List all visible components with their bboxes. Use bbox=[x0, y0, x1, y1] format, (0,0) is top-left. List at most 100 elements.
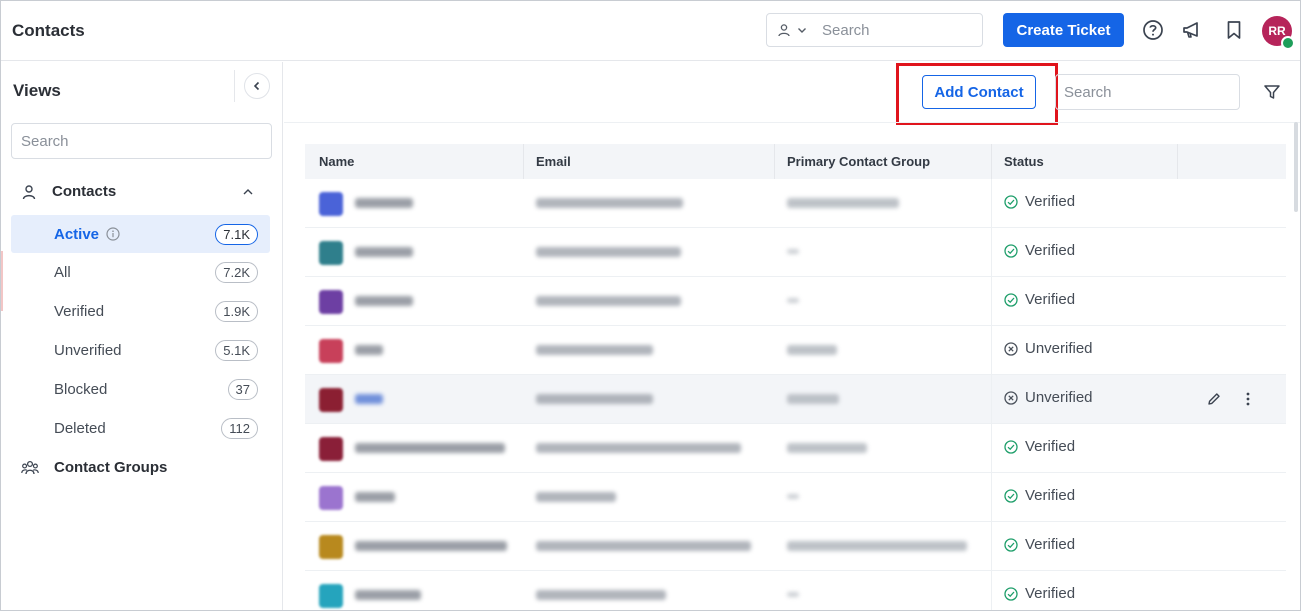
global-search-input[interactable]: Search bbox=[766, 13, 983, 47]
app-window: Contacts Search Create Ticket RR Views S… bbox=[0, 0, 1301, 611]
sidebar-divider bbox=[234, 70, 235, 102]
megaphone-icon[interactable] bbox=[1181, 19, 1203, 41]
contact-groups-label: Contact Groups bbox=[54, 459, 168, 476]
redacted-name bbox=[355, 541, 507, 551]
person-icon bbox=[22, 184, 36, 199]
table-row[interactable]: Verified bbox=[305, 424, 1286, 473]
table-row[interactable]: Verified bbox=[305, 473, 1286, 522]
status-text: Unverified bbox=[1025, 340, 1093, 357]
toolbar-divider bbox=[284, 122, 1300, 123]
redacted-group bbox=[787, 394, 839, 404]
status-text: Verified bbox=[1025, 487, 1076, 504]
status-badge: Verified bbox=[1004, 487, 1075, 504]
contacts-list-panel: Add Contact Search Name Email Primary Co… bbox=[284, 62, 1300, 610]
more-vertical-icon[interactable] bbox=[1240, 391, 1256, 407]
views-title: Views bbox=[13, 81, 61, 100]
table-row[interactable]: Verified bbox=[305, 277, 1286, 326]
column-divider bbox=[991, 326, 992, 374]
column-divider bbox=[523, 144, 524, 179]
view-item-count: 7.2K bbox=[215, 261, 258, 283]
redacted-email bbox=[536, 541, 751, 551]
redacted-group bbox=[787, 198, 899, 208]
view-item-label: Verified bbox=[54, 302, 105, 320]
view-item-active[interactable]: Active 7.1K bbox=[11, 215, 270, 253]
view-item-label: Blocked bbox=[54, 380, 108, 398]
view-item-verified[interactable]: Verified 1.9K bbox=[11, 292, 270, 330]
empty-group-dash bbox=[787, 494, 799, 499]
table-row[interactable]: Unverified bbox=[305, 326, 1286, 375]
redacted-name bbox=[355, 443, 505, 453]
redacted-group bbox=[787, 541, 967, 551]
chevron-up-icon[interactable] bbox=[242, 187, 254, 197]
view-item-unverified[interactable]: Unverified 5.1K bbox=[11, 331, 270, 369]
redacted-email bbox=[536, 198, 683, 208]
status-text: Unverified bbox=[1025, 389, 1093, 406]
collapse-sidebar-button[interactable] bbox=[244, 73, 270, 99]
views-search-input[interactable]: Search bbox=[11, 123, 272, 159]
verified-check-icon bbox=[1004, 292, 1018, 307]
contact-avatar bbox=[319, 486, 343, 510]
person-icon bbox=[778, 24, 790, 37]
contact-avatar bbox=[319, 535, 343, 559]
table-row[interactable]: Verified bbox=[305, 571, 1286, 610]
chevron-down-icon[interactable] bbox=[797, 25, 807, 35]
redacted-name-link[interactable] bbox=[355, 394, 383, 404]
column-header-email[interactable]: Email bbox=[536, 144, 571, 179]
redacted-email bbox=[536, 492, 616, 502]
status-text: Verified bbox=[1025, 438, 1076, 455]
contacts-group-header[interactable]: Contacts bbox=[21, 183, 116, 200]
contact-avatar bbox=[319, 192, 343, 216]
contact-avatar bbox=[319, 388, 343, 412]
table-row[interactable]: Verified bbox=[305, 522, 1286, 571]
add-contact-button[interactable]: Add Contact bbox=[922, 75, 1036, 109]
info-icon[interactable] bbox=[106, 227, 120, 241]
verified-check-icon bbox=[1004, 586, 1018, 601]
status-badge: Unverified bbox=[1004, 389, 1093, 406]
view-item-count: 1.9K bbox=[215, 300, 258, 322]
empty-group-dash bbox=[787, 592, 799, 597]
column-divider bbox=[991, 277, 992, 325]
create-ticket-button[interactable]: Create Ticket bbox=[1003, 13, 1124, 47]
page-title: Contacts bbox=[12, 21, 85, 40]
contacts-search-input[interactable]: Search bbox=[1055, 74, 1240, 110]
column-divider bbox=[1177, 144, 1178, 179]
column-divider bbox=[991, 571, 992, 610]
unverified-x-icon bbox=[1004, 390, 1018, 405]
view-item-count: 5.1K bbox=[215, 339, 258, 361]
status-text: Verified bbox=[1025, 242, 1076, 259]
column-divider bbox=[991, 144, 992, 179]
verified-check-icon bbox=[1004, 194, 1018, 209]
global-search-placeholder: Search bbox=[822, 21, 870, 39]
contact-avatar bbox=[319, 290, 343, 314]
redacted-email bbox=[536, 590, 666, 600]
redacted-email bbox=[536, 443, 741, 453]
view-item-count: 112 bbox=[221, 417, 258, 439]
column-header-name[interactable]: Name bbox=[319, 144, 354, 179]
redacted-name bbox=[355, 296, 413, 306]
contact-avatar bbox=[319, 339, 343, 363]
column-header-status[interactable]: Status bbox=[1004, 144, 1044, 179]
table-row[interactable]: Verified bbox=[305, 179, 1286, 228]
status-badge: Verified bbox=[1004, 242, 1075, 259]
filter-icon[interactable] bbox=[1263, 83, 1281, 101]
edit-pencil-icon[interactable] bbox=[1206, 391, 1222, 407]
status-text: Verified bbox=[1025, 193, 1076, 210]
redacted-name bbox=[355, 247, 413, 257]
table-row[interactable]: Verified bbox=[305, 228, 1286, 277]
contact-groups-header[interactable]: Contact Groups bbox=[21, 459, 167, 476]
column-header-primary-group[interactable]: Primary Contact Group bbox=[787, 144, 930, 179]
view-item-all[interactable]: All 7.2K bbox=[11, 253, 270, 291]
redacted-email bbox=[536, 345, 653, 355]
view-item-blocked[interactable]: Blocked 37 bbox=[11, 370, 270, 408]
redacted-group bbox=[787, 443, 867, 453]
vertical-scrollbar[interactable] bbox=[1294, 122, 1298, 212]
column-divider bbox=[991, 424, 992, 472]
help-icon[interactable] bbox=[1142, 19, 1164, 41]
view-item-deleted[interactable]: Deleted 112 bbox=[11, 409, 270, 447]
verified-check-icon bbox=[1004, 439, 1018, 454]
status-badge: Verified bbox=[1004, 536, 1075, 553]
empty-group-dash bbox=[787, 249, 799, 254]
bookmark-icon[interactable] bbox=[1223, 19, 1245, 41]
table-row[interactable]: Unverified bbox=[305, 375, 1286, 424]
redacted-name bbox=[355, 590, 421, 600]
